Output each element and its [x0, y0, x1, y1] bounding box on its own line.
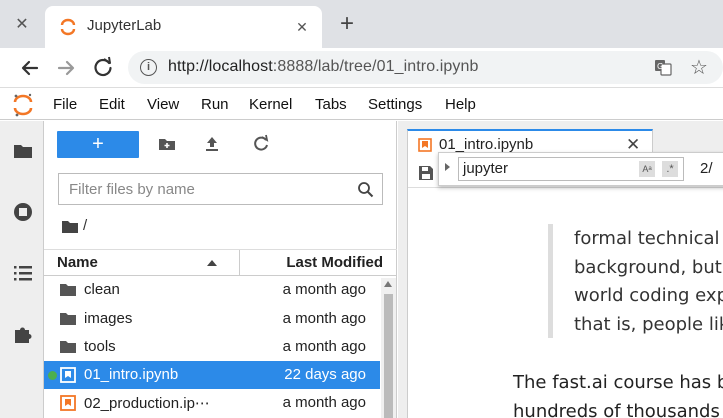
- file-browser: + Filter files by name / Name Last Modif…: [44, 121, 397, 418]
- menu-tabs[interactable]: Tabs: [315, 96, 347, 113]
- expand-replace-icon[interactable]: [445, 163, 450, 171]
- file-modified: a month ago: [282, 310, 366, 327]
- file-modified: a month ago: [282, 394, 366, 411]
- main-area: 01_intro.ipynb ✕ formal technical backgr…: [398, 121, 723, 418]
- notebook-icon: [60, 367, 76, 383]
- translate-icon[interactable]: G: [654, 59, 672, 76]
- file-name: clean: [84, 281, 120, 298]
- file-list-scrollbar[interactable]: [381, 278, 396, 418]
- kernel-running-indicator: [48, 371, 57, 380]
- scroll-up-icon[interactable]: [384, 281, 392, 287]
- file-modified: a month ago: [282, 281, 366, 298]
- filter-placeholder: Filter files by name: [69, 181, 195, 198]
- file-modified: a month ago: [282, 338, 366, 355]
- folder-icon: [60, 313, 76, 325]
- file-row-selected[interactable]: 01_intro.ipynb 22 days ago: [44, 361, 380, 389]
- file-row[interactable]: images a month ago: [44, 305, 380, 333]
- filter-input[interactable]: Filter files by name: [58, 173, 383, 205]
- menu-file[interactable]: File: [53, 96, 77, 113]
- file-name: images: [84, 310, 133, 327]
- blockquote-line: that is, people like: [574, 314, 723, 335]
- menubar: File Edit View Run Kernel Tabs Settings …: [0, 89, 723, 120]
- file-name: 02_production.ip⋯: [84, 395, 210, 412]
- file-list-header: Name Last Modified: [44, 249, 397, 276]
- new-tab-button[interactable]: +: [334, 12, 360, 38]
- blockquote-bar: [548, 224, 553, 338]
- new-launcher-button[interactable]: +: [57, 131, 139, 158]
- upload-icon[interactable]: [201, 133, 223, 155]
- find-input[interactable]: jupyter Aᵃ .*: [458, 157, 684, 181]
- sort-ascending-icon[interactable]: [207, 260, 217, 266]
- svg-text:G: G: [657, 62, 663, 71]
- info-icon[interactable]: i: [140, 59, 157, 76]
- folder-icon: [60, 341, 76, 353]
- breadcrumb-root[interactable]: /: [83, 217, 87, 234]
- menu-help[interactable]: Help: [445, 96, 476, 113]
- notebook-panel: formal technical background, but l world…: [407, 159, 723, 418]
- find-replace-widget: jupyter Aᵃ .* 2/: [438, 152, 723, 186]
- url-text: http://localhost:8888/lab/tree/01_intro.…: [168, 58, 479, 75]
- close-icon[interactable]: ✕: [8, 11, 36, 39]
- url-field[interactable]: i http://localhost:8888/lab/tree/01_intr…: [128, 51, 723, 84]
- menu-settings[interactable]: Settings: [368, 96, 422, 113]
- jupyter-logo-icon: [60, 18, 76, 36]
- regex-icon[interactable]: .*: [662, 161, 678, 177]
- browser-tab[interactable]: JupyterLab ✕: [45, 6, 322, 48]
- paragraph-line: hundreds of thousands o: [513, 401, 723, 418]
- menu-kernel[interactable]: Kernel: [249, 96, 292, 113]
- bookmark-star-icon[interactable]: ☆: [690, 55, 708, 80]
- folder-icon: [60, 284, 76, 296]
- browser-tabstrip: ✕ JupyterLab ✕ +: [0, 0, 723, 48]
- jupyter-logo-icon: [13, 93, 33, 117]
- folder-icon[interactable]: [61, 219, 79, 235]
- save-icon[interactable]: [417, 164, 435, 182]
- match-count: 2/: [700, 160, 713, 177]
- notebook-tab-title: 01_intro.ipynb: [439, 136, 534, 153]
- blockquote-line: world coding expe: [574, 285, 723, 306]
- refresh-icon[interactable]: [250, 133, 272, 155]
- file-modified: 22 days ago: [284, 366, 366, 383]
- stop-circle-icon[interactable]: [12, 201, 34, 223]
- new-folder-icon[interactable]: [156, 133, 178, 155]
- folder-icon[interactable]: [12, 140, 34, 162]
- reload-icon[interactable]: [89, 54, 117, 82]
- activity-bar: [0, 121, 44, 418]
- menu-edit[interactable]: Edit: [99, 96, 125, 113]
- forward-icon[interactable]: [52, 54, 80, 82]
- blockquote-line: formal technical: [574, 228, 720, 249]
- menu-run[interactable]: Run: [201, 96, 229, 113]
- scrollbar-thumb[interactable]: [384, 294, 393, 418]
- column-divider[interactable]: [239, 250, 240, 276]
- list-icon[interactable]: [12, 262, 34, 284]
- back-icon[interactable]: [16, 54, 44, 82]
- file-name: tools: [84, 338, 116, 355]
- file-row[interactable]: 02_production.ip⋯ a month ago: [44, 389, 380, 417]
- file-row[interactable]: clean a month ago: [44, 276, 380, 304]
- tab-close-icon[interactable]: ✕: [291, 16, 313, 38]
- menu-view[interactable]: View: [147, 96, 179, 113]
- file-row[interactable]: tools a month ago: [44, 333, 380, 361]
- notebook-icon: [418, 138, 432, 152]
- puzzle-icon[interactable]: [12, 323, 34, 345]
- match-case-icon[interactable]: Aᵃ: [639, 161, 655, 177]
- column-name[interactable]: Name: [57, 254, 98, 271]
- blockquote-line: background, but l: [574, 257, 723, 278]
- file-name: 01_intro.ipynb: [84, 366, 179, 383]
- column-last-modified[interactable]: Last Modified: [286, 254, 383, 271]
- browser-tab-title: JupyterLab: [87, 17, 162, 34]
- search-icon: [358, 182, 374, 198]
- find-query: jupyter: [463, 160, 509, 177]
- paragraph-line: The fast.ai course has bee: [513, 372, 723, 393]
- address-bar: i http://localhost:8888/lab/tree/01_intr…: [0, 48, 723, 88]
- notebook-icon: [60, 395, 76, 411]
